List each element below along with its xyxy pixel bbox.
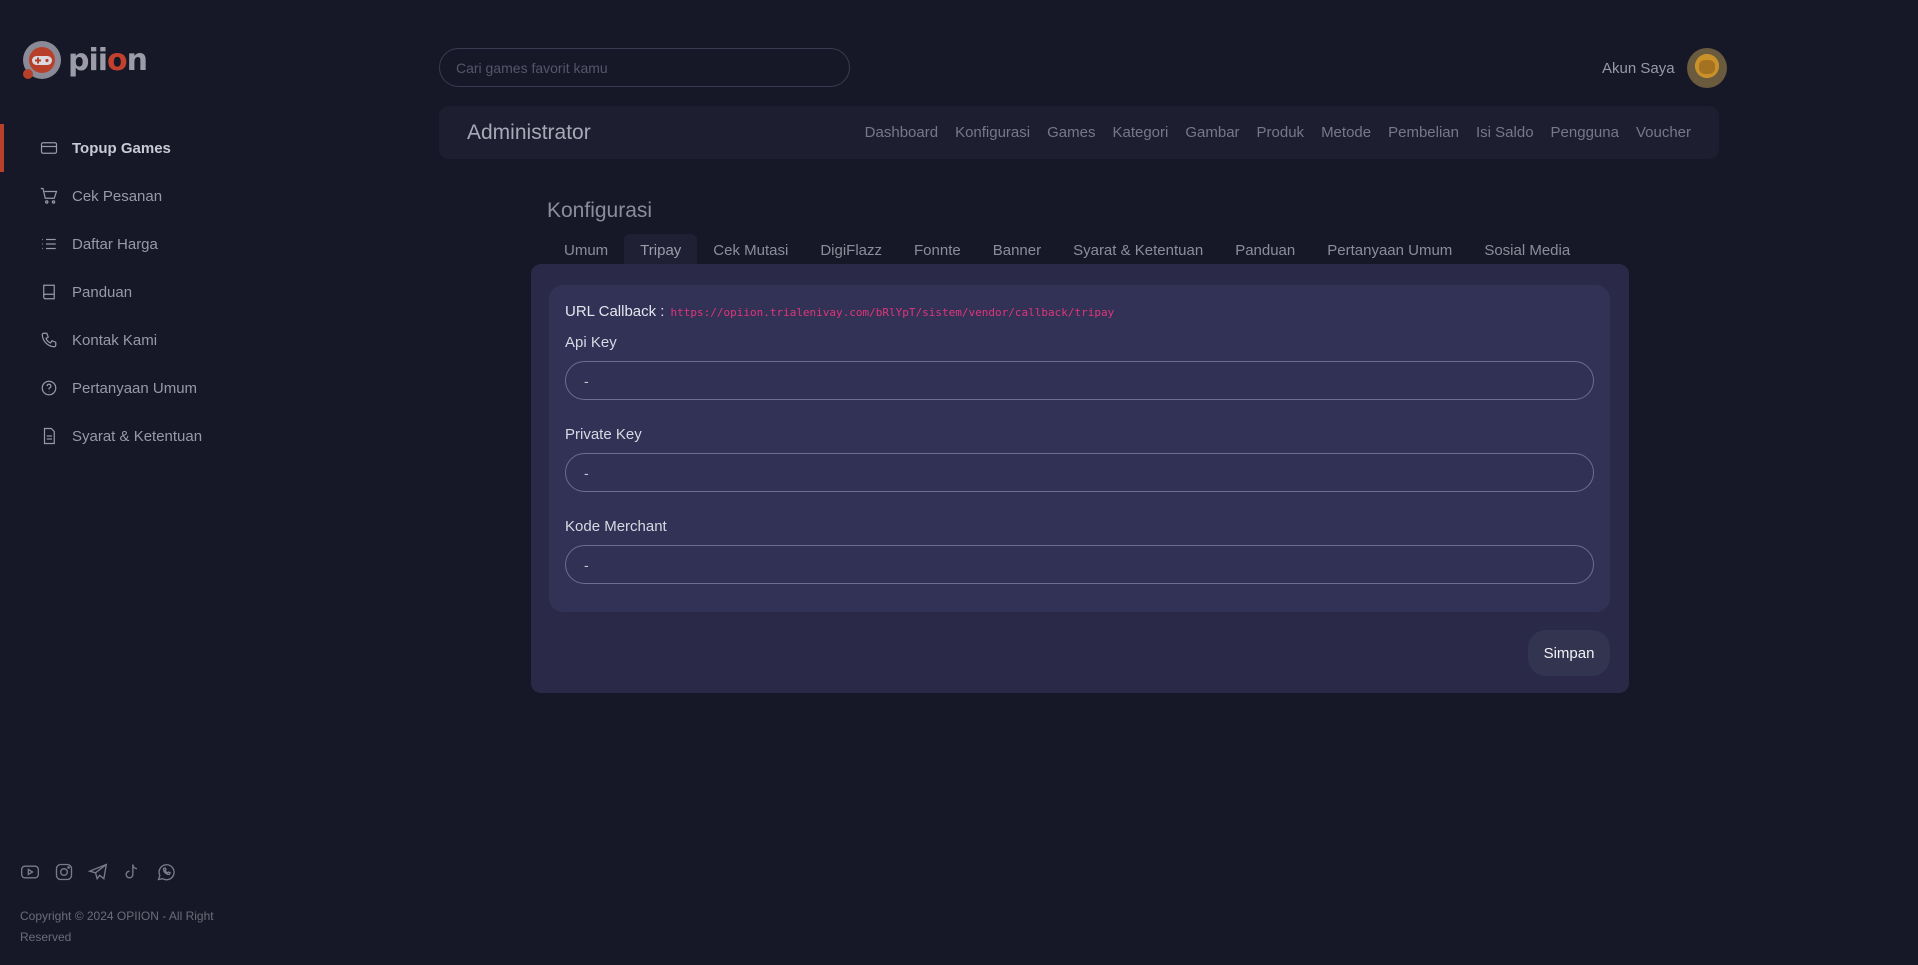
telegram-icon[interactable]	[88, 862, 108, 882]
admin-menu-games[interactable]: Games	[1047, 124, 1095, 141]
merchant-code-input[interactable]	[565, 545, 1594, 584]
sidebar-item-label: Topup Games	[72, 139, 171, 157]
admin-menu-isi-saldo[interactable]: Isi Saldo	[1476, 124, 1534, 141]
sidebar-item-topup-games[interactable]: Topup Games	[0, 124, 250, 172]
sidebar-item-label: Cek Pesanan	[72, 187, 163, 205]
tab-panduan[interactable]: Panduan	[1219, 234, 1311, 266]
list-icon	[42, 238, 56, 250]
instagram-icon[interactable]	[54, 862, 74, 882]
tab-sosial-media[interactable]: Sosial Media	[1468, 234, 1586, 266]
admin-menu-voucher[interactable]: Voucher	[1636, 124, 1691, 141]
sidebar-item-pertanyaan-umum[interactable]: Pertanyaan Umum	[0, 364, 250, 412]
help-circle-icon	[41, 380, 57, 396]
callback-url-value: https://opiion.trialenivay.com/bRlYpT/si…	[670, 306, 1115, 319]
private-key-label: Private Key	[565, 426, 642, 443]
admin-menu-konfigurasi[interactable]: Konfigurasi	[955, 124, 1030, 141]
merchant-code-label: Kode Merchant	[565, 518, 667, 535]
tab-syarat-ketentuan[interactable]: Syarat & Ketentuan	[1057, 234, 1219, 266]
sidebar: piion Topup Games Cek Pesanan Daftar Har…	[0, 0, 250, 965]
api-key-label: Api Key	[565, 334, 617, 351]
admin-menu-kategori[interactable]: Kategori	[1112, 124, 1168, 141]
tab-digiflazz[interactable]: DigiFlazz	[804, 234, 898, 266]
credit-card-icon	[40, 142, 58, 154]
save-button[interactable]: Simpan	[1528, 630, 1610, 676]
search-input[interactable]	[439, 48, 850, 87]
phone-icon	[41, 332, 57, 348]
admin-menu-pembelian[interactable]: Pembelian	[1388, 124, 1459, 141]
tab-tripay[interactable]: Tripay	[624, 234, 698, 266]
cart-icon	[40, 187, 58, 204]
tab-fonnte[interactable]: Fonnte	[898, 234, 977, 266]
admin-menu: Dashboard Konfigurasi Games Kategori Gam…	[865, 124, 1691, 141]
callback-url-row: URL Callback : https://opiion.trialeniva…	[565, 303, 1594, 320]
sidebar-item-panduan[interactable]: Panduan	[0, 268, 250, 316]
gamepad-logo-icon	[20, 38, 64, 82]
youtube-icon[interactable]	[20, 862, 40, 882]
api-key-input[interactable]	[565, 361, 1594, 400]
admin-title: Administrator	[467, 120, 591, 144]
sidebar-item-label: Daftar Harga	[72, 235, 158, 253]
brand-name: piion	[68, 42, 148, 78]
tab-pertanyaan-umum[interactable]: Pertanyaan Umum	[1311, 234, 1468, 266]
account-label: Akun Saya	[1602, 59, 1675, 77]
sidebar-item-label: Kontak Kami	[72, 331, 158, 349]
admin-menu-metode[interactable]: Metode	[1321, 124, 1371, 141]
config-tabs: Umum Tripay Cek Mutasi DigiFlazz Fonnte …	[548, 234, 1586, 266]
account-menu[interactable]: Akun Saya	[1602, 48, 1727, 88]
callback-url-label: URL Callback :	[565, 303, 665, 320]
page-title: Konfigurasi	[547, 199, 653, 222]
admin-menu-gambar[interactable]: Gambar	[1185, 124, 1239, 141]
admin-menu-pengguna[interactable]: Pengguna	[1551, 124, 1619, 141]
document-icon	[43, 427, 55, 445]
tripay-config-panel: URL Callback : https://opiion.trialeniva…	[531, 264, 1629, 693]
sidebar-item-label: Syarat & Ketentuan	[72, 427, 203, 445]
sidebar-item-daftar-harga[interactable]: Daftar Harga	[0, 220, 250, 268]
whatsapp-icon[interactable]	[156, 862, 176, 882]
avatar[interactable]	[1686, 48, 1727, 88]
admin-menu-produk[interactable]: Produk	[1257, 124, 1305, 141]
tab-umum[interactable]: Umum	[548, 234, 624, 266]
book-icon	[43, 284, 55, 300]
private-key-input[interactable]	[565, 453, 1594, 492]
admin-header: Administrator Dashboard Konfigurasi Game…	[439, 106, 1719, 159]
sidebar-item-syarat-ketentuan[interactable]: Syarat & Ketentuan	[0, 412, 250, 460]
tiktok-icon[interactable]	[122, 862, 142, 882]
admin-menu-dashboard[interactable]: Dashboard	[865, 124, 938, 141]
sidebar-item-label: Panduan	[72, 283, 133, 301]
sidebar-nav: Topup Games Cek Pesanan Daftar Harga Pan…	[0, 124, 250, 460]
sidebar-item-cek-pesanan[interactable]: Cek Pesanan	[0, 172, 250, 220]
tab-cek-mutasi[interactable]: Cek Mutasi	[697, 234, 804, 266]
copyright-text: Copyright © 2024 OPIION - All Right Rese…	[20, 909, 214, 944]
sidebar-item-label: Pertanyaan Umum	[72, 379, 198, 397]
tripay-form-card: URL Callback : https://opiion.trialeniva…	[549, 285, 1610, 612]
brand-logo[interactable]: piion	[20, 38, 148, 82]
social-links	[20, 862, 176, 882]
tab-banner[interactable]: Banner	[977, 234, 1057, 266]
sidebar-item-kontak-kami[interactable]: Kontak Kami	[0, 316, 250, 364]
